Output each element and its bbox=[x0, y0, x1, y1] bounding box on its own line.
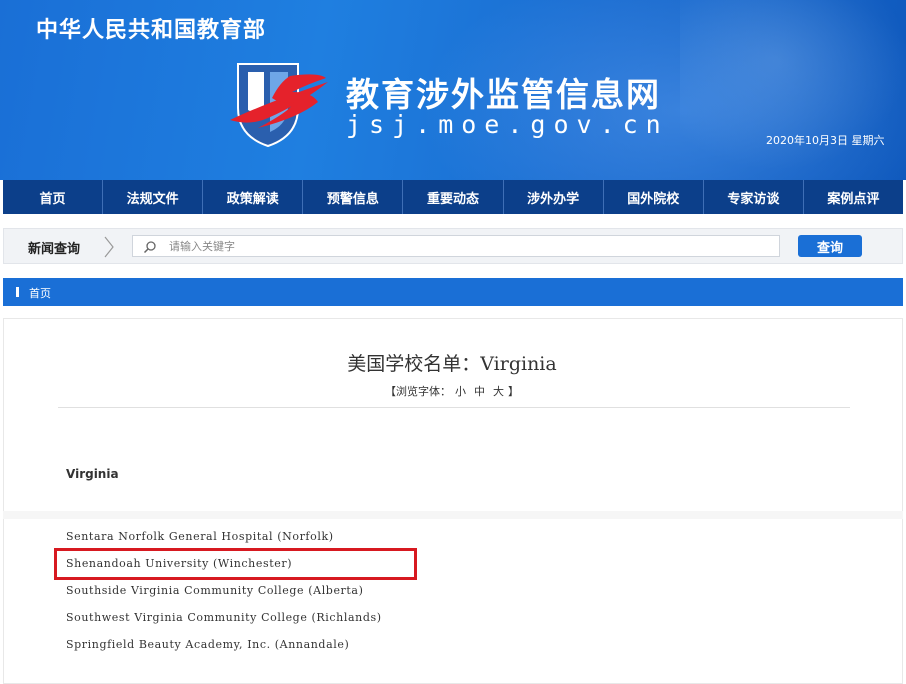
ministry-name: 中华人民共和国教育部 bbox=[36, 18, 267, 43]
search-input[interactable] bbox=[169, 236, 769, 256]
nav-item-regulations[interactable]: 法规文件 bbox=[103, 180, 204, 214]
search-button[interactable]: 查询 bbox=[798, 235, 862, 257]
news-search-bar: 新闻查询 查询 bbox=[3, 228, 903, 264]
site-logo-icon[interactable] bbox=[228, 58, 332, 150]
nav-item-news[interactable]: 重要动态 bbox=[403, 180, 504, 214]
font-size-small-button[interactable]: 小 bbox=[455, 385, 466, 398]
nav-item-home[interactable]: 首页 bbox=[3, 180, 104, 214]
page-title: 美国学校名单：Virginia bbox=[347, 353, 557, 375]
search-input-wrapper bbox=[132, 235, 780, 257]
nav-item-expert-interviews[interactable]: 专家访谈 bbox=[704, 180, 804, 214]
site-domain: jsj.moe.gov.cn bbox=[346, 110, 669, 139]
font-size-prefix: 【浏览字体： bbox=[385, 385, 451, 398]
font-size-suffix: 】 bbox=[508, 385, 519, 398]
breadcrumb-marker bbox=[16, 287, 19, 297]
article-content: 美国学校名单：Virginia 【浏览字体：小中大】 Virginia Sent… bbox=[3, 318, 903, 684]
search-icon bbox=[143, 241, 156, 254]
nav-item-case-reviews[interactable]: 案例点评 bbox=[804, 180, 903, 214]
highlight-box bbox=[54, 548, 417, 580]
font-size-selector: 【浏览字体： 小中大】 bbox=[4, 383, 900, 399]
title-divider bbox=[58, 407, 850, 408]
chevron-right-icon bbox=[104, 236, 114, 258]
section-gap bbox=[3, 511, 903, 519]
site-title: 教育涉外监管信息网 bbox=[346, 75, 661, 114]
font-size-medium-button[interactable]: 中 bbox=[474, 385, 485, 398]
current-date: 2020年10月3日 星期六 bbox=[766, 134, 885, 147]
breadcrumb: 首页 bbox=[3, 278, 903, 306]
breadcrumb-home-link[interactable]: 首页 bbox=[29, 285, 51, 301]
nav-item-foreign-institutions[interactable]: 国外院校 bbox=[604, 180, 704, 214]
list-item: Southside Virginia Community College (Al… bbox=[66, 584, 364, 597]
state-heading: Virginia bbox=[66, 467, 119, 481]
main-nav: 首页 法规文件 政策解读 预警信息 重要动态 涉外办学 国外院校 专家访谈 案例… bbox=[3, 180, 903, 214]
nav-item-policy-interpretation[interactable]: 政策解读 bbox=[203, 180, 304, 214]
header-banner: 中华人民共和国教育部 教育涉外监管信息网 jsj.moe.gov.cn 2020… bbox=[0, 0, 906, 180]
search-label: 新闻查询 bbox=[28, 242, 81, 257]
nav-item-foreign-education[interactable]: 涉外办学 bbox=[504, 180, 604, 214]
list-item: Springfield Beauty Academy, Inc. (Annand… bbox=[66, 638, 350, 651]
nav-item-warnings[interactable]: 预警信息 bbox=[303, 180, 404, 214]
font-size-large-button[interactable]: 大 bbox=[493, 385, 504, 398]
banner-map-watermark bbox=[680, 0, 906, 180]
list-item: Southwest Virginia Community College (Ri… bbox=[66, 611, 382, 624]
